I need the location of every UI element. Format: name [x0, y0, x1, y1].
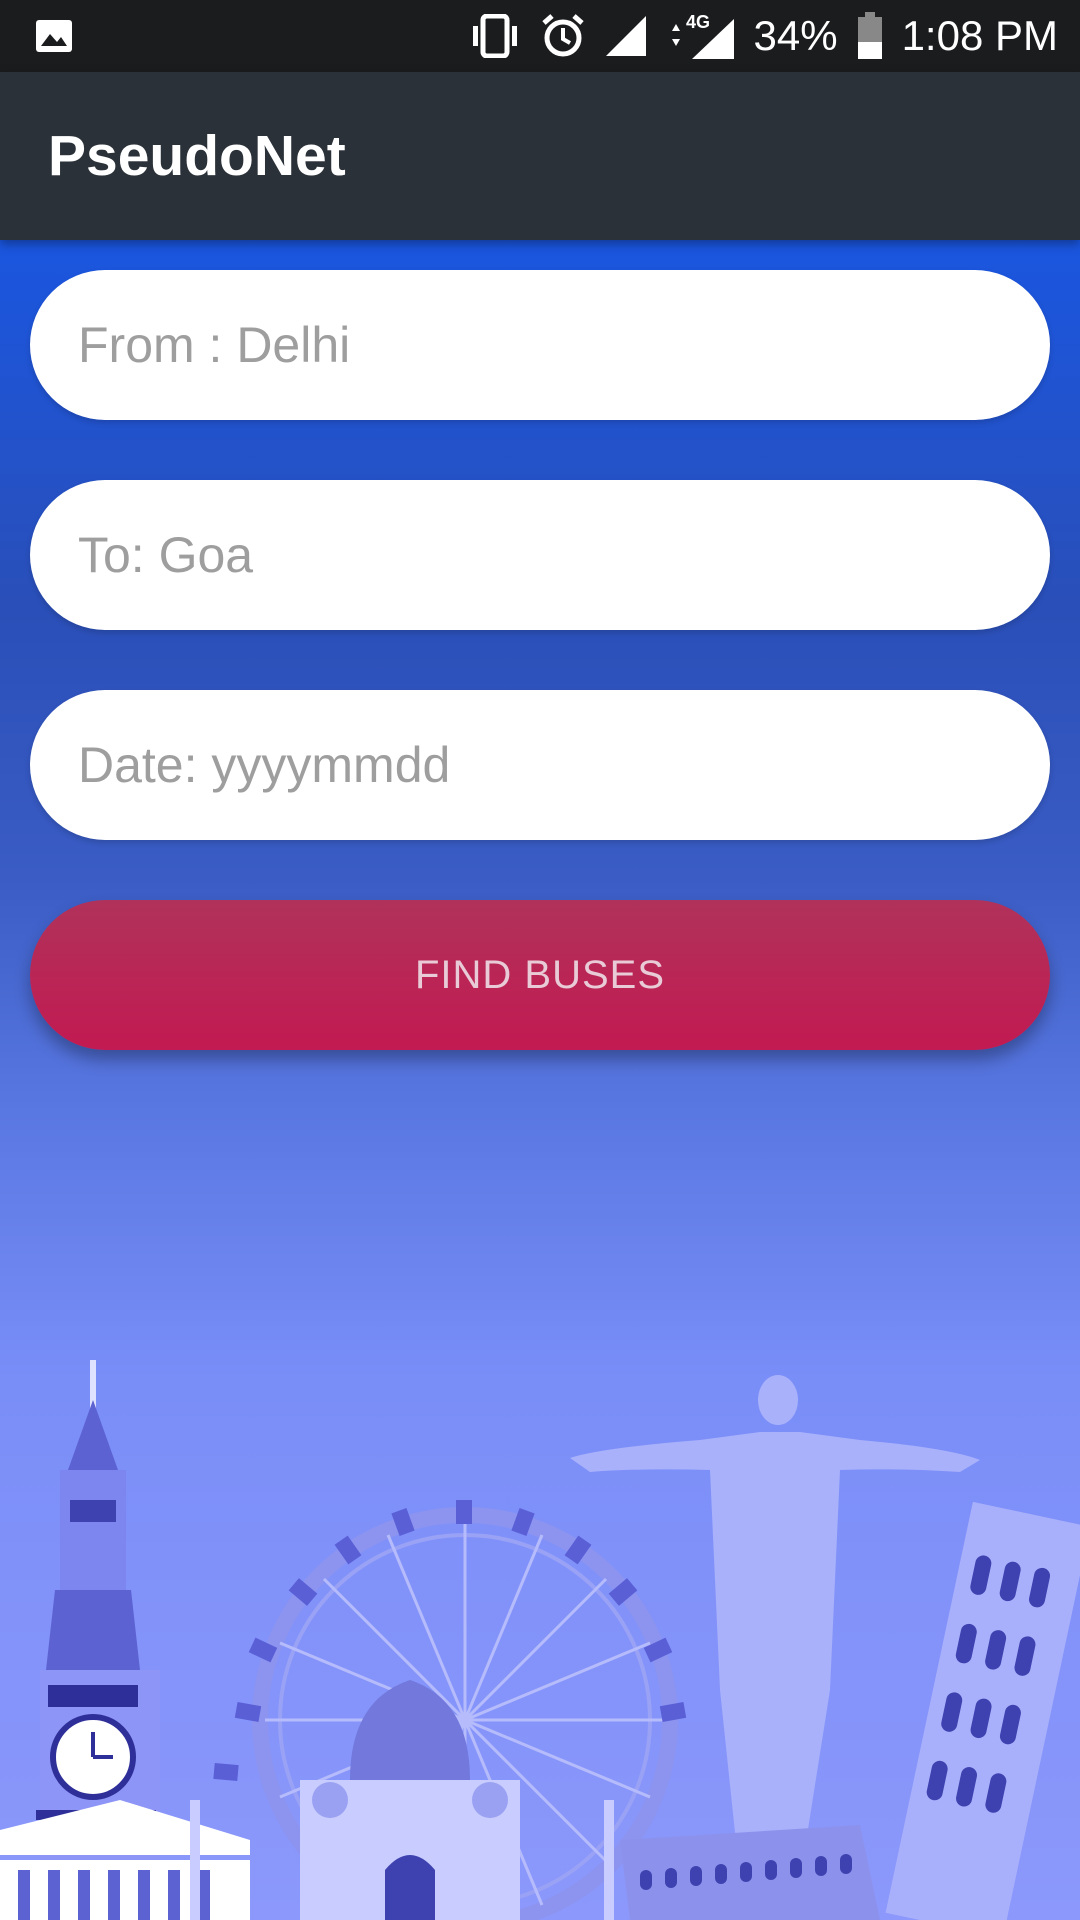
signal-4g-icon: 4G — [666, 11, 736, 61]
date-field[interactable] — [30, 690, 1050, 840]
from-input[interactable] — [78, 316, 1050, 374]
network-label: 4G — [686, 12, 710, 32]
clock: 1:08 PM — [901, 12, 1058, 59]
search-screen: FIND BUSES — [0, 240, 1080, 1920]
battery-percent: 34% — [753, 12, 838, 59]
app-title: PseudoNet — [48, 124, 346, 188]
status-icons: 4G 34% 1:08 PM — [468, 0, 1058, 72]
vibrate-icon — [468, 14, 522, 58]
to-input[interactable] — [78, 526, 1050, 584]
app-bar: PseudoNet — [0, 72, 1080, 240]
status-bar: 4G 34% 1:08 PM — [0, 0, 1080, 72]
colosseum-illustration — [620, 1825, 880, 1920]
landmarks-illustration — [0, 1360, 1080, 1920]
signal-icon — [604, 14, 648, 58]
from-field[interactable] — [30, 270, 1050, 420]
image-icon — [34, 16, 74, 56]
to-field[interactable] — [30, 480, 1050, 630]
leaning-tower-illustration — [885, 1501, 1080, 1920]
alarm-icon — [540, 13, 586, 59]
battery-icon — [856, 12, 884, 60]
find-buses-button[interactable]: FIND BUSES — [30, 900, 1050, 1050]
date-input[interactable] — [78, 736, 1050, 794]
clock-tower-illustration — [36, 1360, 160, 1870]
